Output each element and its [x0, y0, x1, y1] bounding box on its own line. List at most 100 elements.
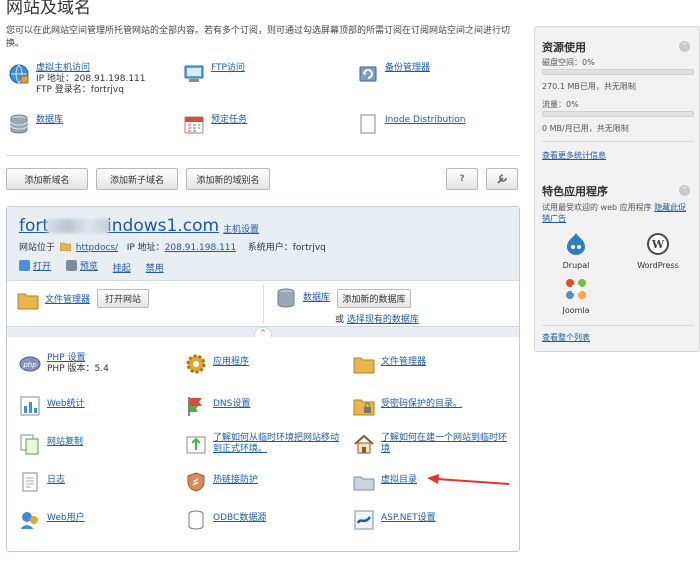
- or-text: 或: [335, 315, 345, 325]
- database-quick[interactable]: 数据库: [275, 287, 330, 309]
- disk-usage-label: 磁盘空间：0%: [542, 58, 595, 67]
- virtual-folder-icon: [353, 476, 375, 491]
- suspend-link[interactable]: 挂起: [113, 261, 131, 274]
- odbc-item[interactable]: ODBC数据源: [185, 509, 266, 531]
- featured-apps-title: 特色应用程序: [542, 185, 608, 198]
- joomla-app[interactable]: Joomla: [546, 277, 606, 315]
- backup-icon: [359, 66, 377, 82]
- file-manager-feature-link[interactable]: 文件管理器: [381, 357, 426, 367]
- logs-item[interactable]: 日志: [19, 471, 65, 493]
- redacted-blur: [47, 219, 110, 233]
- inode-distribution-link[interactable]: Inode Distribution: [385, 115, 465, 126]
- resources-title: 资源使用: [542, 41, 586, 54]
- scheduled-tasks-tool[interactable]: 预定任务: [183, 113, 247, 135]
- database-icon: [277, 288, 295, 308]
- create-staging-item[interactable]: 了解如何在建一个网站到临时环境: [353, 433, 513, 455]
- view-all-apps-link[interactable]: 查看整个列表: [542, 332, 590, 343]
- drupal-label: Drupal: [562, 261, 590, 270]
- disable-link[interactable]: 禁用: [146, 261, 164, 274]
- web-stats-item[interactable]: Web统计: [19, 395, 85, 417]
- file-manager-quick[interactable]: 文件管理器: [17, 289, 90, 311]
- php-settings-link[interactable]: PHP 设置: [47, 353, 109, 364]
- docroot-link[interactable]: httpdocs/: [76, 243, 118, 253]
- php-version: PHP 版本：5.4: [47, 364, 109, 374]
- ip-label: IP 地址：: [126, 243, 165, 253]
- host-settings-link[interactable]: 主机设置: [223, 222, 259, 235]
- protected-dirs-item[interactable]: 受密码保护的目录。: [353, 395, 462, 417]
- domain-header: fort indows1.com 主机设置 网站位于 httpdocs/ IP 地…: [7, 207, 519, 281]
- create-staging-link[interactable]: 了解如何在建一个网站到临时环境: [381, 433, 507, 454]
- virtual-dir-link[interactable]: 虚拟目录: [381, 475, 417, 485]
- ftp-access-link[interactable]: FTP访问: [211, 63, 245, 74]
- open-site-button[interactable]: 打开网站: [97, 289, 149, 308]
- featured-apps-desc: 试用最受欢迎的 web 应用程序 隐藏此促销广告: [542, 202, 694, 224]
- ftp-login: FTP 登录名：fortrjvq: [36, 85, 124, 95]
- php-settings-item[interactable]: php PHP 设置 PHP 版本：5.4: [19, 353, 109, 375]
- preview-action[interactable]: 预览: [65, 259, 98, 272]
- add-database-button[interactable]: 添加新的数据库: [337, 289, 411, 308]
- add-subdomain-button[interactable]: 添加新子域名: [96, 168, 178, 190]
- virtual-dir-item[interactable]: 虚拟目录: [353, 471, 417, 493]
- suspend-action[interactable]: 挂起: [113, 261, 131, 274]
- traffic-label: 流量：0%: [542, 100, 579, 109]
- web-stats-link[interactable]: Web统计: [47, 399, 85, 409]
- backup-manager-link[interactable]: 备份管理器: [385, 63, 430, 74]
- backup-manager-tool[interactable]: 备份管理器: [357, 63, 430, 85]
- ip-link[interactable]: 208.91.198.111: [165, 243, 237, 253]
- hosting-access-link[interactable]: 虚拟主机访问: [36, 63, 146, 74]
- scheduled-tasks-link[interactable]: 预定任务: [211, 115, 247, 126]
- applications-item[interactable]: 应用程序: [185, 353, 249, 375]
- inode-tool[interactable]: Inode Distribution: [357, 113, 465, 135]
- hotlink-protection-link[interactable]: 热链接防护: [213, 475, 258, 485]
- domain-info: 网站位于 httpdocs/ IP 地址：208.91.198.111 系统用户…: [19, 240, 326, 253]
- domain-panel: fort indows1.com 主机设置 网站位于 httpdocs/ IP 地…: [6, 206, 520, 552]
- odbc-icon: [188, 510, 204, 530]
- applications-link[interactable]: 应用程序: [213, 357, 249, 367]
- logs-link[interactable]: 日志: [47, 475, 65, 485]
- disable-action[interactable]: 禁用: [146, 261, 164, 274]
- drupal-app[interactable]: Drupal: [546, 232, 606, 270]
- collapse-toggle[interactable]: ^: [254, 327, 272, 337]
- help-button[interactable]: ?: [446, 168, 478, 190]
- open-link[interactable]: 打开: [33, 259, 51, 272]
- folder-icon: [353, 357, 375, 374]
- apps-desc-text: 试用最受欢迎的 web 应用程序: [542, 203, 652, 212]
- sidebar-divider: [542, 325, 694, 326]
- open-action[interactable]: 打开: [19, 259, 51, 272]
- aspnet-link[interactable]: ASP.NET设置: [381, 513, 436, 523]
- select-db-line: 或 选择现有的数据库: [335, 312, 419, 325]
- collapse-resources-icon[interactable]: ^: [679, 41, 690, 52]
- preview-link[interactable]: 预览: [80, 259, 98, 272]
- add-alias-button[interactable]: 添加新的域别名: [186, 168, 270, 190]
- database-quick-link[interactable]: 数据库: [303, 287, 330, 304]
- file-manager-item[interactable]: 文件管理器: [353, 353, 426, 375]
- aspnet-item[interactable]: ASP.NET设置: [353, 509, 436, 531]
- web-users-link[interactable]: Web用户: [47, 513, 85, 523]
- protected-dirs-link[interactable]: 受密码保护的目录。: [381, 399, 462, 409]
- traffic-bar: [542, 111, 694, 117]
- globe-icon: [9, 64, 29, 84]
- web-users-item[interactable]: Web用户: [19, 509, 85, 531]
- wordpress-app[interactable]: W WordPress: [628, 232, 688, 270]
- staging-to-prod-item[interactable]: 了解如何从临时环境把网站移动到正式环境。: [185, 433, 345, 455]
- select-existing-db-link[interactable]: 选择现有的数据库: [347, 315, 419, 325]
- odbc-link[interactable]: ODBC数据源: [213, 513, 266, 523]
- database-tool[interactable]: 数据库: [8, 113, 63, 135]
- dns-settings-link[interactable]: DNS设置: [213, 399, 250, 409]
- dns-settings-item[interactable]: DNS设置: [185, 395, 250, 417]
- more-stats-link[interactable]: 查看更多统计信息: [542, 150, 606, 161]
- users-icon: [21, 512, 38, 529]
- hotlink-protection-item[interactable]: 热链接防护: [185, 471, 258, 493]
- file-manager-link[interactable]: 文件管理器: [45, 289, 90, 306]
- staging-to-prod-link[interactable]: 了解如何从临时环境把网站移动到正式环境。: [213, 433, 339, 454]
- site-copy-link[interactable]: 网站复制: [47, 437, 83, 447]
- database-link[interactable]: 数据库: [36, 115, 63, 126]
- ftp-access-tool[interactable]: FTP访问: [183, 63, 245, 85]
- domain-name-link[interactable]: fort indows1.com: [19, 216, 219, 236]
- site-copy-item[interactable]: 网站复制: [19, 433, 83, 455]
- ftp-icon: [184, 65, 204, 82]
- settings-button[interactable]: [486, 168, 518, 190]
- collapse-apps-icon[interactable]: ^: [679, 185, 690, 196]
- hosting-access-tool[interactable]: 虚拟主机访问 IP 地址：208.91.198.111 FTP 登录名：fort…: [8, 63, 146, 96]
- add-domain-button[interactable]: 添加新域名: [6, 168, 88, 190]
